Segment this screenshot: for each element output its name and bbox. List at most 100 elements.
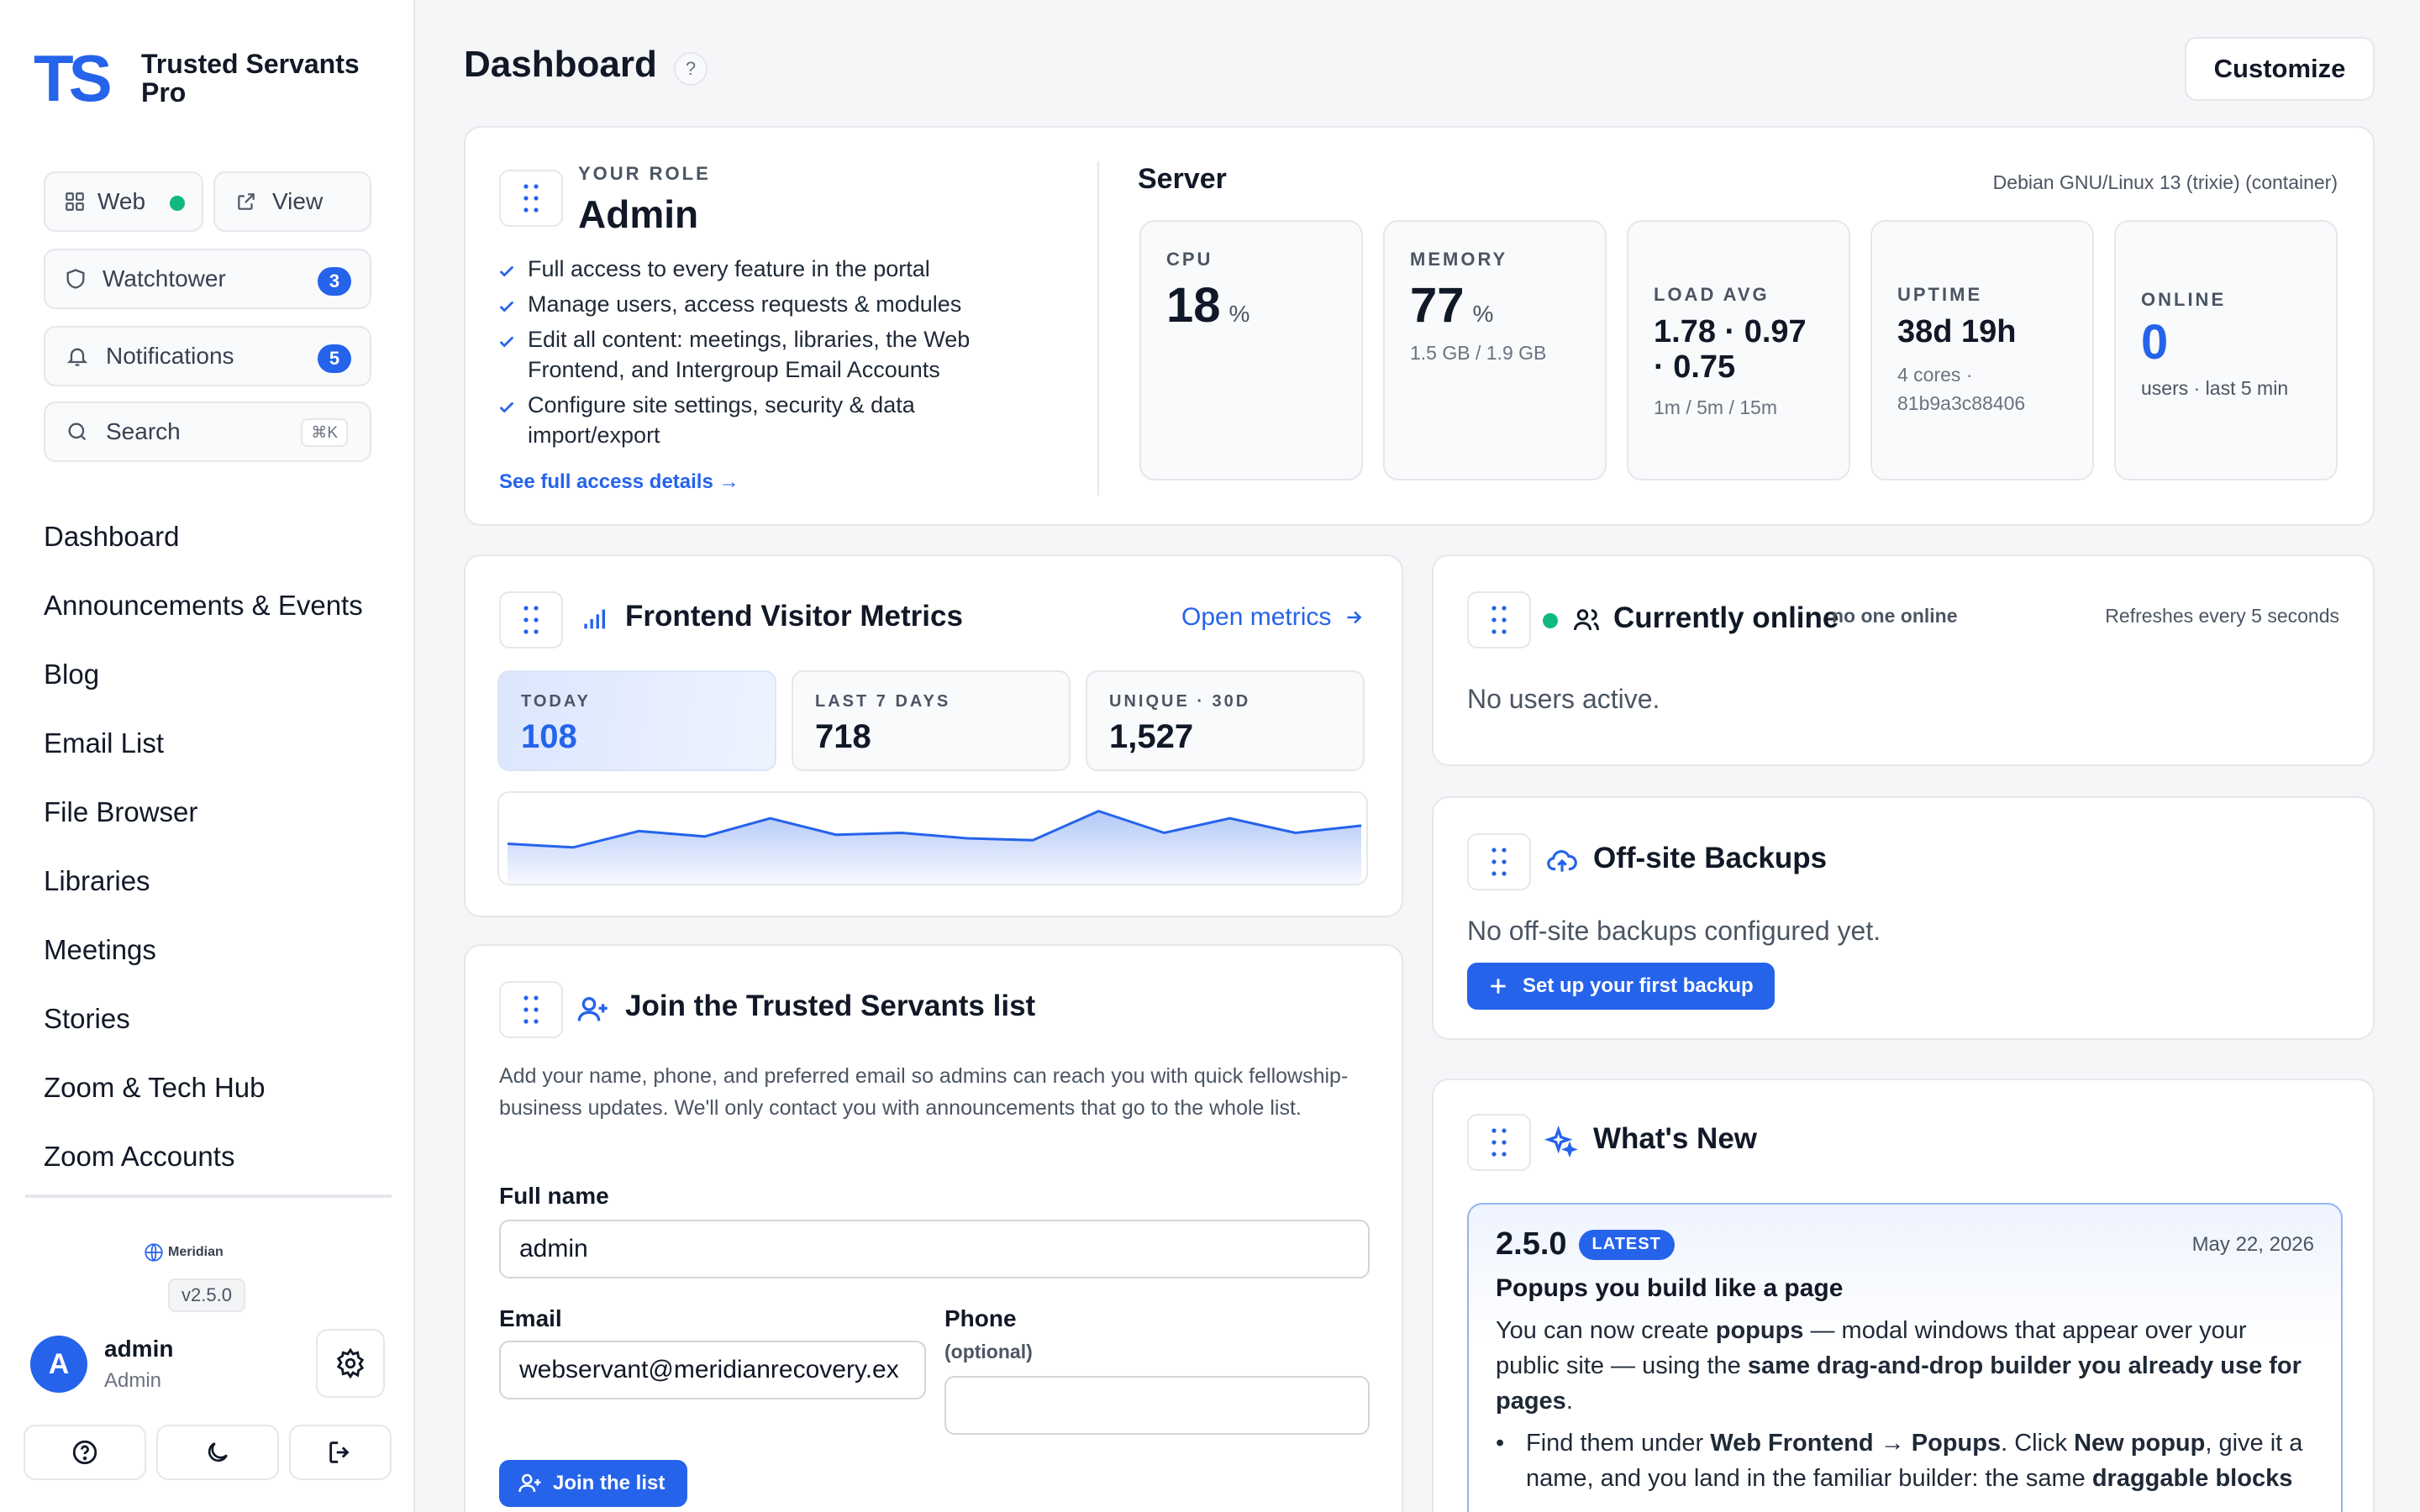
permission-item: Full access to every feature in the port… — [497, 254, 1018, 284]
full-name-label: Full name — [499, 1183, 609, 1209]
access-details-link[interactable]: See full access details → — [499, 470, 739, 494]
nav-item-zoom-accounts[interactable]: Zoom Accounts — [44, 1122, 363, 1191]
arrow-right-icon — [1347, 611, 1362, 624]
unique-value: 1,527 — [1109, 718, 1194, 755]
notifications-label: Notifications — [106, 343, 234, 369]
full-name-input[interactable]: admin — [499, 1220, 1370, 1278]
nav-item-email-list[interactable]: Email List — [44, 709, 363, 778]
permission-item: Manage users, access requests & modules — [497, 289, 1018, 319]
brand[interactable]: TS Trusted Servants Pro — [34, 49, 360, 108]
drag-handle[interactable] — [499, 981, 563, 1038]
card-divider — [1097, 161, 1099, 496]
nav-item-stories[interactable]: Stories — [44, 984, 363, 1053]
metrics-title: Frontend Visitor Metrics — [625, 600, 963, 633]
unique-label: UNIQUE · 30D — [1109, 692, 1251, 711]
notifications-button[interactable]: Notifications 5 — [44, 326, 371, 386]
settings-button[interactable] — [316, 1329, 385, 1398]
cpu-stat: CPU 18% — [1139, 220, 1363, 480]
avatar[interactable]: A — [30, 1336, 87, 1393]
nav-item-libraries[interactable]: Libraries — [44, 847, 363, 916]
globe-icon — [145, 1243, 163, 1262]
drag-handle[interactable] — [1467, 591, 1531, 648]
online-value: 0 — [2141, 315, 2169, 370]
today-value: 108 — [521, 718, 577, 755]
nav-item-zoom-tech-hub[interactable]: Zoom & Tech Hub — [44, 1053, 363, 1122]
permission-item: Edit all content: meetings, libraries, t… — [497, 324, 1018, 385]
currently-online-card: Currently online no one online Refreshes… — [1432, 554, 2375, 766]
release-bullet: • Find them under Web Frontend → Popups.… — [1496, 1430, 2303, 1492]
logout-button[interactable] — [289, 1425, 392, 1480]
search-button[interactable]: Search ⌘K — [44, 402, 371, 462]
external-link-icon — [238, 193, 255, 210]
brand-logo: TS — [34, 49, 115, 108]
drag-handle[interactable] — [1467, 1114, 1531, 1171]
nav-item-blog[interactable]: Blog — [44, 640, 363, 709]
release-version: 2.5.0 — [1496, 1226, 1567, 1262]
memory-label: MEMORY — [1410, 249, 1508, 270]
drag-handle[interactable] — [1467, 833, 1531, 890]
check-icon — [499, 301, 514, 312]
nav-item-dashboard[interactable]: Dashboard — [44, 502, 363, 571]
help-circle-icon — [72, 1440, 97, 1465]
nav-item-announcements[interactable]: Announcements & Events — [44, 571, 363, 640]
theme-toggle-button[interactable] — [156, 1425, 279, 1480]
release-date: May 22, 2026 — [2191, 1232, 2314, 1256]
cloud-upload-icon — [1547, 850, 1577, 872]
memory-unit: % — [1472, 301, 1494, 327]
role-permissions: Full access to every feature in the port… — [497, 254, 1018, 455]
memory-value: 77 — [1410, 278, 1465, 333]
drag-handle[interactable] — [499, 591, 563, 648]
search-shortcut: ⌘K — [301, 418, 348, 447]
week-metric: LAST 7 DAYS 718 — [792, 670, 1071, 771]
logout-icon — [329, 1441, 350, 1463]
phone-label: Phone — [944, 1305, 1017, 1331]
sparkline-chart — [507, 809, 1362, 884]
page-title: Dashboard — [464, 44, 657, 85]
watchtower-badge: 3 — [318, 267, 351, 296]
today-label: TODAY — [521, 692, 591, 711]
join-title: Join the Trusted Servants list — [625, 990, 1036, 1022]
drag-handle-icon — [523, 184, 539, 213]
email-input[interactable]: webservant@meridianrecovery.ex — [499, 1341, 926, 1399]
grid-icon — [66, 192, 84, 211]
memory-stat: MEMORY 77% 1.5 GB / 1.9 GB — [1383, 220, 1607, 480]
moon-icon — [208, 1442, 228, 1462]
release-note: 2.5.0 LATEST May 22, 2026 Popups you bui… — [1467, 1203, 2343, 1512]
role-title: Admin — [578, 192, 699, 236]
brand-name: Trusted Servants Pro — [141, 49, 360, 108]
nav-item-file-browser[interactable]: File Browser — [44, 778, 363, 847]
watchtower-button[interactable]: Watchtower 3 — [44, 249, 371, 309]
unique-metric: UNIQUE · 30D 1,527 — [1086, 670, 1365, 771]
open-metrics-link[interactable]: Open metrics — [1181, 603, 1365, 632]
view-button[interactable]: View — [213, 171, 371, 232]
server-os: Debian GNU/Linux 13 (trixie) (container) — [1992, 171, 2338, 193]
check-icon — [499, 336, 514, 348]
backups-empty: No off-site backups configured yet. — [1467, 916, 1881, 946]
join-list-button[interactable]: Join the list — [499, 1460, 687, 1507]
refresh-note: Refreshes every 5 seconds — [2105, 605, 2339, 627]
cpu-unit: % — [1228, 301, 1250, 327]
search-label: Search — [106, 418, 181, 444]
web-button[interactable]: Web — [44, 171, 203, 232]
drag-handle[interactable] — [499, 170, 563, 227]
org-name: Meridian — [168, 1245, 224, 1259]
notifications-badge: 5 — [318, 344, 351, 373]
customize-button[interactable]: Customize — [2185, 37, 2375, 101]
shield-icon — [66, 269, 85, 289]
uptime-sub: 4 cores · 81b9a3c88406 — [1897, 364, 2026, 414]
join-description: Add your name, phone, and preferred emai… — [499, 1064, 1349, 1120]
bar-chart-icon — [584, 609, 606, 629]
check-icon — [499, 265, 514, 277]
cpu-value: 18 — [1166, 278, 1221, 333]
help-button[interactable] — [24, 1425, 146, 1480]
phone-input[interactable] — [944, 1376, 1370, 1435]
nav-item-meetings[interactable]: Meetings — [44, 916, 363, 984]
join-list-card: Join the Trusted Servants list Add your … — [464, 944, 1403, 1512]
uptime-value: 38d 19h — [1897, 314, 2017, 349]
help-icon[interactable]: ? — [674, 52, 708, 86]
svg-text:TS: TS — [34, 49, 110, 108]
online-sub: users · last 5 min — [2141, 377, 2289, 399]
uptime-label: UPTIME — [1897, 284, 1983, 305]
setup-backup-button[interactable]: Set up your first backup — [1467, 963, 1775, 1010]
role-eyebrow: YOUR ROLE — [578, 163, 711, 184]
